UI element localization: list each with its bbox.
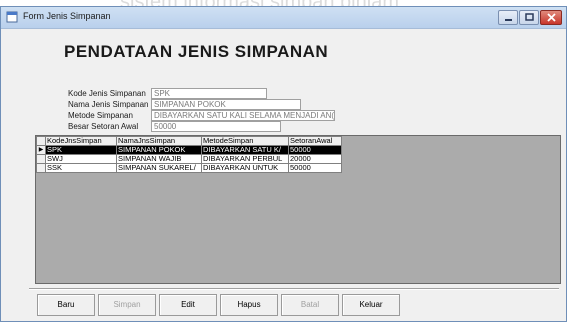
table-row[interactable]: ▶ SPK SIMPANAN POKOK DIBAYARKAN SATU K/ … xyxy=(36,145,342,155)
column-header-nama[interactable]: NamaJnsSimpan xyxy=(116,136,202,146)
maximize-button[interactable] xyxy=(519,10,539,25)
metode-simpanan-label: Metode Simpanan xyxy=(68,111,133,120)
table-cell[interactable]: SWJ xyxy=(45,154,117,164)
table-cell[interactable]: SIMPANAN WAJIB xyxy=(116,154,202,164)
nama-jenis-label: Nama Jenis Simpanan xyxy=(68,100,149,109)
edit-button[interactable]: Edit xyxy=(159,294,217,316)
current-row-marker-icon: ▶ xyxy=(36,145,46,155)
batal-button[interactable]: Batal xyxy=(281,294,339,316)
row-selector[interactable] xyxy=(36,163,46,173)
grid-corner xyxy=(36,136,46,146)
setoran-awal-field[interactable]: 50000 xyxy=(151,121,281,132)
table-cell[interactable]: SPK xyxy=(45,145,117,155)
table-cell[interactable]: 20000 xyxy=(288,154,342,164)
column-header-setoran[interactable]: SetoranAwal xyxy=(288,136,342,146)
metode-simpanan-field[interactable]: DIBAYARKAN SATU KALI SELAMA MENJADI AN( xyxy=(151,110,335,121)
kode-jenis-label: Kode Jenis Simpanan xyxy=(68,89,146,98)
maximize-icon xyxy=(525,13,534,21)
minimize-button[interactable] xyxy=(498,10,518,25)
page-title: PENDATAAN JENIS SIMPANAN xyxy=(64,42,329,61)
table-cell[interactable]: SIMPANAN POKOK xyxy=(116,145,202,155)
form-client-area: PENDATAAN JENIS SIMPANAN Kode Jenis Simp… xyxy=(5,31,562,317)
kode-jenis-field[interactable]: SPK xyxy=(151,88,267,99)
title-bar[interactable]: Form Jenis Simpanan xyxy=(1,7,566,29)
column-header-kode[interactable]: KodeJnsSimpan xyxy=(45,136,117,146)
app-icon xyxy=(6,11,18,23)
close-icon xyxy=(547,13,556,22)
table-cell[interactable]: 50000 xyxy=(288,163,342,173)
table-cell[interactable]: DIBAYARKAN SATU K/ xyxy=(201,145,289,155)
window-title: Form Jenis Simpanan xyxy=(23,11,111,21)
simpanan-grid[interactable]: KodeJnsSimpan NamaJnsSimpan MetodeSimpan… xyxy=(35,135,561,284)
table-cell[interactable]: DIBAYARKAN PERBUL xyxy=(201,154,289,164)
column-header-metode[interactable]: MetodeSimpan xyxy=(201,136,289,146)
hapus-button[interactable]: Hapus xyxy=(220,294,278,316)
close-button[interactable] xyxy=(540,10,562,25)
baru-button[interactable]: Baru xyxy=(37,294,95,316)
minimize-icon xyxy=(505,19,512,21)
keluar-button[interactable]: Keluar xyxy=(342,294,400,316)
separator-line xyxy=(29,288,559,290)
table-cell[interactable]: SIMPANAN SUKAREL/ xyxy=(116,163,202,173)
row-selector[interactable] xyxy=(36,154,46,164)
table-row[interactable]: SWJ SIMPANAN WAJIB DIBAYARKAN PERBUL 200… xyxy=(36,154,342,164)
table-cell[interactable]: 50000 xyxy=(288,145,342,155)
form-window: Form Jenis Simpanan PENDATAAN JENIS SIMP… xyxy=(0,6,567,322)
grid-header-row: KodeJnsSimpan NamaJnsSimpan MetodeSimpan… xyxy=(36,136,342,146)
nama-jenis-field[interactable]: SIMPANAN POKOK xyxy=(151,99,301,110)
table-cell[interactable]: SSK xyxy=(45,163,117,173)
simpan-button[interactable]: Simpan xyxy=(98,294,156,316)
table-cell[interactable]: DIBAYARKAN UNTUK xyxy=(201,163,289,173)
setoran-awal-label: Besar Setoran Awal xyxy=(68,122,139,131)
table-row[interactable]: SSK SIMPANAN SUKAREL/ DIBAYARKAN UNTUK 5… xyxy=(36,163,342,173)
